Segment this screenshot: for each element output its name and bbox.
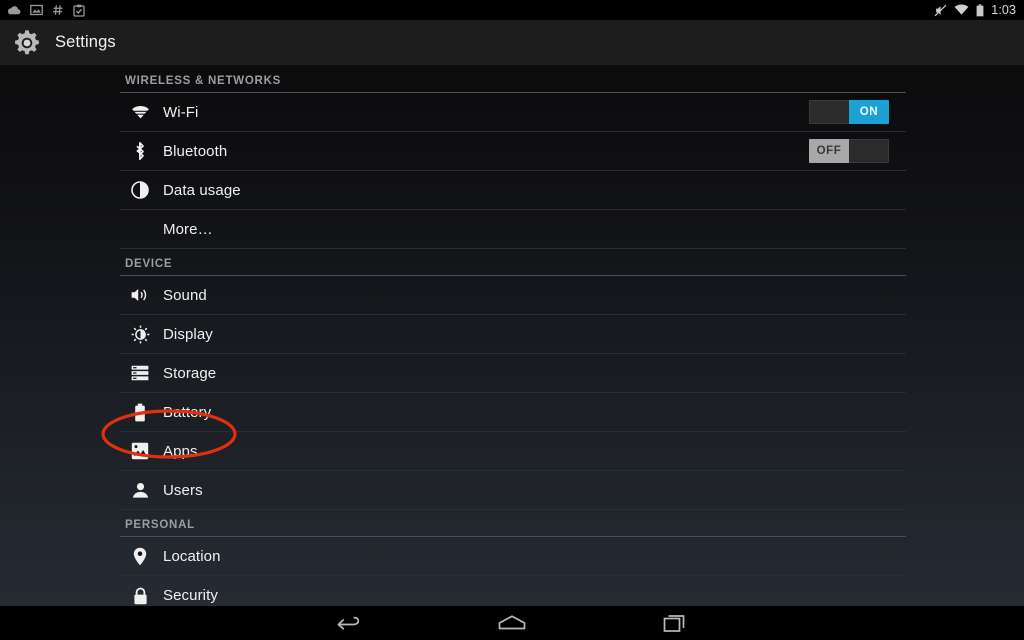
settings-item-label: Location — [163, 547, 221, 565]
status-clock: 1:03 — [991, 3, 1016, 17]
settings-item-data-usage[interactable]: Data usage — [120, 171, 906, 210]
cloud-icon — [8, 6, 21, 15]
users-person-icon — [129, 479, 151, 501]
settings-item-apps[interactable]: Apps — [120, 432, 906, 471]
apps-image-icon — [129, 440, 151, 462]
sound-speaker-icon — [129, 284, 151, 306]
section-header-label: PERSONAL — [125, 519, 195, 531]
data-usage-icon — [129, 179, 151, 201]
settings-item-label: More… — [163, 220, 213, 238]
settings-item-wifi[interactable]: Wi-Fi ON — [120, 93, 906, 132]
settings-item-label: Users — [163, 481, 203, 499]
section-header-wireless: WIRELESS & NETWORKS — [120, 66, 906, 93]
wifi-toggle[interactable]: ON — [809, 100, 889, 124]
settings-item-label: Apps — [163, 442, 198, 460]
settings-item-label: Security — [163, 587, 218, 604]
settings-item-label: Storage — [163, 364, 217, 382]
settings-item-users[interactable]: Users — [120, 471, 906, 510]
settings-item-bluetooth[interactable]: Bluetooth OFF — [120, 132, 906, 171]
settings-item-battery[interactable]: Battery — [120, 393, 906, 432]
battery-icon — [129, 401, 151, 423]
status-bar: 1:03 — [0, 0, 1024, 20]
settings-item-sound[interactable]: Sound — [120, 276, 906, 315]
settings-item-display[interactable]: Display — [120, 315, 906, 354]
lock-icon — [129, 585, 151, 607]
storage-disks-icon — [129, 362, 151, 384]
section-header-personal: PERSONAL — [120, 510, 906, 537]
bluetooth-toggle[interactable]: OFF — [809, 139, 889, 163]
display-brightness-icon — [129, 323, 151, 345]
settings-list-container: WIRELESS & NETWORKS Wi-Fi ON Bluetooth O… — [0, 66, 1024, 606]
settings-item-more[interactable]: More… — [120, 210, 906, 249]
android-settings-screen: 1:03 Settings WIRELESS & NETWORKS Wi-Fi … — [0, 0, 1024, 640]
settings-item-security[interactable]: Security — [120, 576, 906, 606]
bluetooth-icon — [129, 140, 151, 162]
settings-item-label: Bluetooth — [163, 142, 228, 160]
wifi-icon — [954, 4, 969, 15]
wifi-icon — [129, 101, 151, 123]
section-header-device: DEVICE — [120, 249, 906, 276]
action-bar: Settings — [0, 20, 1024, 66]
settings-list: WIRELESS & NETWORKS Wi-Fi ON Bluetooth O… — [120, 66, 906, 606]
settings-item-label: Display — [163, 325, 213, 343]
battery-icon — [976, 3, 984, 16]
clipboard-icon — [73, 4, 85, 17]
section-header-label: DEVICE — [125, 258, 173, 270]
home-icon[interactable] — [488, 606, 536, 640]
back-icon[interactable] — [325, 606, 373, 640]
settings-item-storage[interactable]: Storage — [120, 354, 906, 393]
mute-icon — [934, 4, 947, 16]
notification-icons — [0, 4, 85, 17]
system-status-icons: 1:03 — [934, 0, 1024, 20]
location-pin-icon — [129, 545, 151, 567]
screenshot-image-icon — [30, 4, 43, 16]
settings-item-label: Battery — [163, 403, 212, 421]
settings-item-label: Wi-Fi — [163, 103, 199, 121]
settings-item-location[interactable]: Location — [120, 537, 906, 576]
toggle-thumb-label: OFF — [809, 139, 849, 163]
hash-icon — [53, 5, 63, 15]
navigation-bar — [0, 606, 1024, 640]
settings-item-label: Data usage — [163, 181, 241, 199]
settings-item-label: Sound — [163, 286, 207, 304]
settings-gear-icon — [15, 29, 39, 54]
toggle-thumb-label: ON — [849, 100, 889, 124]
page-title: Settings — [55, 33, 116, 51]
recents-icon[interactable] — [651, 606, 699, 640]
section-header-label: WIRELESS & NETWORKS — [125, 75, 282, 87]
